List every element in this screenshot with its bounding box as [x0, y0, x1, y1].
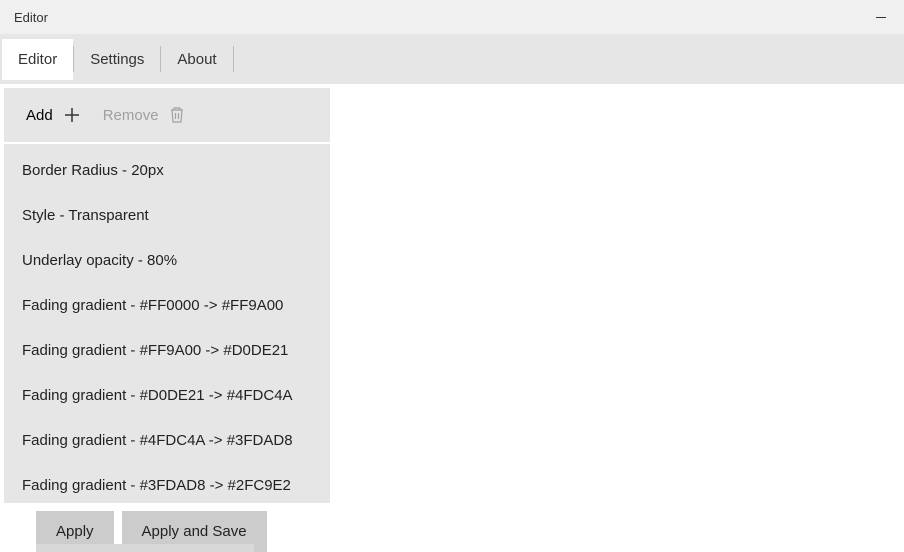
list-item-label: Fading gradient - #4FDC4A -> #3FDAD8 — [22, 432, 293, 449]
list-item-label: Fading gradient - #FF9A00 -> #D0DE21 — [22, 342, 288, 359]
content-area — [330, 84, 904, 552]
tab-label: Settings — [90, 51, 144, 68]
plus-icon — [63, 106, 81, 124]
tab-bar: Editor Settings About — [0, 34, 904, 84]
sidebar-toolbar: Add Remove — [4, 88, 330, 142]
list-item[interactable]: Underlay opacity - 80% — [8, 238, 324, 283]
tab-separator — [233, 46, 234, 72]
tab-about[interactable]: About — [161, 39, 232, 80]
list-item[interactable]: Fading gradient - #4FDC4A -> #3FDAD8 — [8, 418, 324, 463]
list-item-label: Underlay opacity - 80% — [22, 252, 177, 269]
remove-button[interactable]: Remove — [95, 100, 193, 130]
list-item-label: Border Radius - 20px — [22, 162, 164, 179]
list-item[interactable]: Fading gradient - #FF0000 -> #FF9A00 — [8, 283, 324, 328]
window-title: Editor — [14, 10, 48, 25]
list-item-label: Fading gradient - #FF0000 -> #FF9A00 — [22, 297, 283, 314]
remove-label: Remove — [103, 107, 159, 124]
list-item-label: Fading gradient - #3FDAD8 -> #2FC9E2 — [22, 477, 291, 494]
property-list-wrap: Border Radius - 20px Style - Transparent… — [4, 144, 330, 503]
list-item-label: Fading gradient - #D0DE21 -> #4FDC4A — [22, 387, 293, 404]
list-item[interactable]: Fading gradient - #3FDAD8 -> #2FC9E2 — [8, 463, 324, 503]
sidebar: Add Remove Border Radius - 20px Style - … — [0, 84, 330, 552]
list-item[interactable]: Style - Transparent — [8, 193, 324, 238]
list-item[interactable]: Fading gradient - #D0DE21 -> #4FDC4A — [8, 373, 324, 418]
apply-save-label: Apply and Save — [142, 523, 247, 540]
trash-icon — [169, 106, 185, 124]
property-list[interactable]: Border Radius - 20px Style - Transparent… — [4, 144, 330, 503]
tab-label: About — [177, 51, 216, 68]
list-item[interactable]: Fading gradient - #FF9A00 -> #D0DE21 — [8, 328, 324, 373]
list-item[interactable]: Border Radius - 20px — [8, 148, 324, 193]
partial-button[interactable] — [36, 544, 254, 552]
add-button[interactable]: Add — [18, 100, 89, 130]
tab-label: Editor — [18, 51, 57, 68]
window-controls — [858, 0, 904, 34]
titlebar: Editor — [0, 0, 904, 34]
main-area: Add Remove Border Radius - 20px Style - … — [0, 84, 904, 552]
list-item-label: Style - Transparent — [22, 207, 149, 224]
tab-editor[interactable]: Editor — [2, 39, 73, 80]
apply-label: Apply — [56, 523, 94, 540]
minimize-icon — [876, 17, 886, 18]
minimize-button[interactable] — [858, 0, 904, 34]
add-label: Add — [26, 107, 53, 124]
tab-settings[interactable]: Settings — [74, 39, 160, 80]
